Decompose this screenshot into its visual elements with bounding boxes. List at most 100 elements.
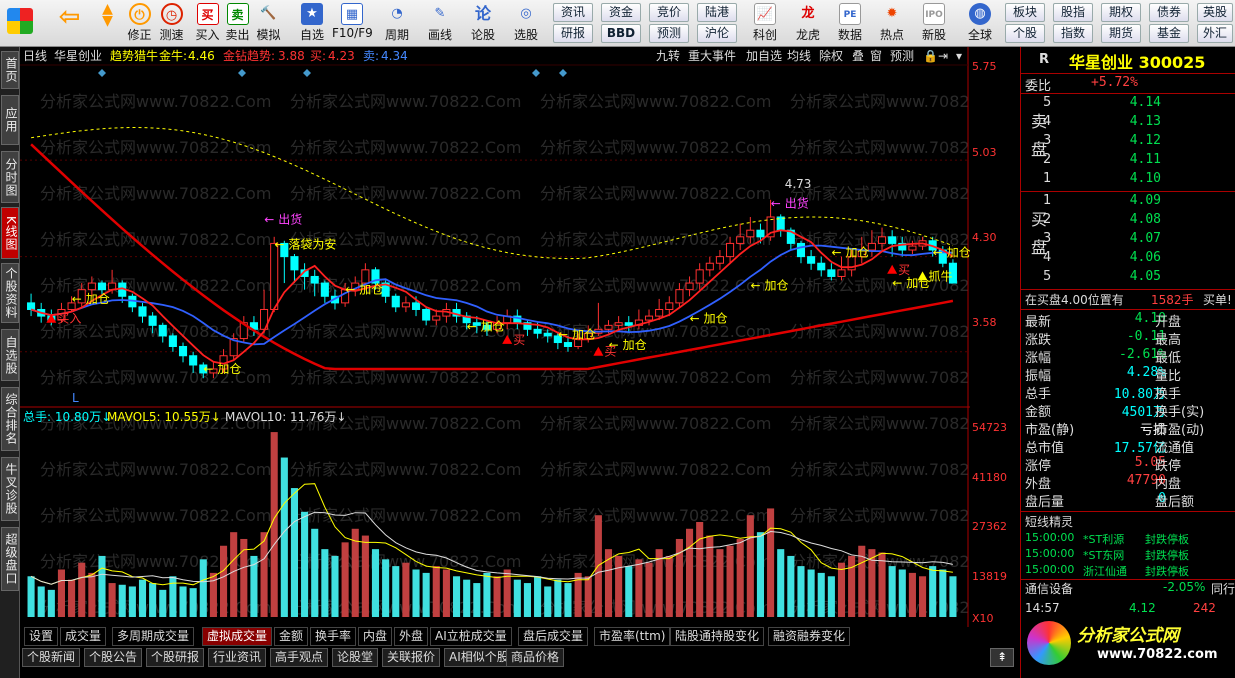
indicator-tab[interactable]: 换手率	[310, 627, 357, 646]
f10-button[interactable]: ▦ F10/F9	[332, 2, 373, 44]
options-button[interactable]: 期权	[1101, 3, 1141, 22]
fix-button[interactable]: ⏻ 修正	[124, 2, 155, 44]
individual-stock-button[interactable]: 个股	[1005, 24, 1045, 43]
tool-window[interactable]: 窗	[870, 49, 882, 63]
stock-index-button[interactable]: 股指	[1053, 3, 1093, 22]
ask-row[interactable]: 5 4.14	[1021, 95, 1235, 113]
dropdown-icon[interactable]: ▾	[956, 49, 962, 63]
nav-kline[interactable]: K线图	[1, 207, 19, 259]
ask-row[interactable]: 3 4.12	[1021, 133, 1235, 151]
indicator-tab[interactable]: 设置	[24, 627, 59, 646]
ask-row[interactable]: 1 4.10	[1021, 171, 1235, 189]
shanghai-london-button[interactable]: 沪伦	[697, 24, 737, 43]
industry-name[interactable]: 通信设备	[1025, 580, 1073, 597]
nav-home[interactable]: 首页	[1, 51, 19, 89]
indicator-tab[interactable]: 内盘	[358, 627, 393, 646]
speed-test-button[interactable]: ◷ 测速	[156, 2, 187, 44]
indicator-tab[interactable]: 多周期成交量	[112, 627, 195, 646]
auction-button[interactable]: 竞价	[649, 3, 689, 22]
indicator-tab[interactable]: 市盈率(ttm)	[594, 627, 671, 646]
news-tab[interactable]: 关联报价	[382, 648, 441, 667]
ask-row[interactable]: 4 4.13	[1021, 114, 1235, 132]
tool-forecast[interactable]: 预测	[890, 49, 914, 63]
ask-row[interactable]: 2 4.11	[1021, 152, 1235, 170]
lock-icon[interactable]: 🔒	[923, 49, 938, 63]
volume-bar	[138, 579, 147, 617]
nav-timeshare[interactable]: 分时图	[1, 151, 19, 203]
bid-row[interactable]: 5 4.05	[1021, 269, 1235, 287]
bid-row[interactable]: 3 4.07	[1021, 231, 1235, 249]
add-position-signal: 加仓	[704, 312, 728, 326]
star-market-button[interactable]: 📈 科创	[745, 2, 785, 44]
indicator-tab[interactable]: 成交量	[60, 627, 107, 646]
indicator-tab[interactable]: 盘后成交量	[518, 627, 589, 646]
bid-row[interactable]: 2 4.08	[1021, 212, 1235, 230]
nav-watchlist[interactable]: 自选股	[1, 329, 19, 381]
fund-button[interactable]: 基金	[1149, 24, 1189, 43]
kline-chart[interactable]: 分析家公式网www.70822.Com 分析家公式网www.70822.Com 分析…	[20, 47, 970, 627]
sector-button[interactable]: 板块	[1005, 3, 1045, 22]
news-tab[interactable]: AI相似个股	[444, 648, 514, 667]
bonds-button[interactable]: 债券	[1149, 3, 1189, 22]
buy-button[interactable]: 买买入	[192, 2, 223, 44]
bid-row[interactable]: 1 4.09	[1021, 193, 1235, 211]
ipo-button[interactable]: IPO 新股	[914, 2, 954, 44]
back-arrow-icon[interactable]: ⇦	[54, 2, 85, 44]
up-down-icon[interactable]: ▲ ▼	[92, 2, 123, 44]
news-tab[interactable]: 个股新闻	[22, 648, 81, 667]
expand-icon[interactable]: ⇥	[938, 49, 948, 63]
collapse-up-icon[interactable]: ⇞	[990, 648, 1014, 667]
futures-button[interactable]: 期货	[1101, 24, 1141, 43]
indicator-tab[interactable]: 金额	[274, 627, 309, 646]
indicator-tab[interactable]: 外盘	[394, 627, 429, 646]
sell-button[interactable]: 卖卖出	[222, 2, 253, 44]
forum-button[interactable]: 论论股	[463, 2, 503, 44]
news-tab[interactable]: 商品价格	[506, 648, 565, 667]
indicator-tab[interactable]: 陆股通持股变化	[670, 627, 765, 646]
news-tab[interactable]: 行业资讯	[208, 648, 267, 667]
index-button[interactable]: 指数	[1053, 24, 1093, 43]
nav-apps[interactable]: 应用	[1, 95, 19, 145]
tool-ma[interactable]: 均线	[787, 49, 811, 63]
simulate-button[interactable]: 🔨 模拟	[253, 2, 284, 44]
nav-ranking[interactable]: 综合排名	[1, 387, 19, 451]
news-tab[interactable]: 论股堂	[332, 648, 379, 667]
volume-bar	[311, 528, 319, 617]
news-button[interactable]: 资讯	[553, 3, 593, 22]
tool-add-watch[interactable]: 加自选	[746, 49, 782, 63]
period-button[interactable]: ◔ 周期	[377, 2, 417, 44]
tool-nine-turn[interactable]: 九转	[656, 48, 680, 63]
bbd-button[interactable]: BBD	[601, 24, 641, 43]
indicator-tab[interactable]: 虚拟成交量	[202, 627, 273, 646]
indicator-tab[interactable]: AI立桩成交量	[430, 627, 512, 646]
global-button[interactable]: ◍ 全球	[960, 2, 1000, 44]
nav-stock-profile[interactable]: 个股资料	[1, 263, 19, 323]
data-button[interactable]: PE 数据	[830, 2, 870, 44]
news-tab[interactable]: 高手观点	[270, 648, 329, 667]
forex-button[interactable]: 外汇	[1197, 24, 1233, 43]
short-elf-title[interactable]: 短线精灵	[1025, 513, 1073, 530]
tool-events[interactable]: 重大事件	[688, 49, 736, 63]
tool-exright[interactable]: 除权	[819, 48, 843, 63]
favorites-button[interactable]: ★ 自选	[292, 2, 332, 44]
hot-button[interactable]: ✹ 热点	[872, 2, 912, 44]
nav-super-board[interactable]: 超级盘口	[1, 527, 19, 591]
watermark-text: 分析家公式网www.70822.Com	[790, 506, 970, 525]
news-tab[interactable]: 个股研报	[146, 648, 205, 667]
research-button[interactable]: 研报	[553, 24, 593, 43]
forecast-button[interactable]: 预测	[649, 24, 689, 43]
draw-line-button[interactable]: ✎ 画线	[420, 2, 460, 44]
stock-pick-button[interactable]: ◎ 选股	[506, 2, 546, 44]
funds-button[interactable]: 资金	[601, 3, 641, 22]
indicator-name[interactable]: 趋势猎牛	[110, 48, 158, 63]
dragon-tiger-button[interactable]: 龙龙虎	[788, 2, 828, 44]
industry-peers[interactable]: 同行	[1211, 580, 1235, 597]
indicator-tab[interactable]: 融资融券变化	[768, 627, 851, 646]
bid-row[interactable]: 4 4.06	[1021, 250, 1235, 268]
uk-stocks-button[interactable]: 英股	[1197, 3, 1233, 22]
news-tab[interactable]: 个股公告	[84, 648, 143, 667]
tool-overlay[interactable]: 叠	[852, 49, 864, 63]
nav-diagnosis[interactable]: 牛叉诊股	[1, 457, 19, 521]
home-grid-icon[interactable]	[4, 2, 35, 44]
hk-connect-button[interactable]: 陆港	[697, 3, 737, 22]
